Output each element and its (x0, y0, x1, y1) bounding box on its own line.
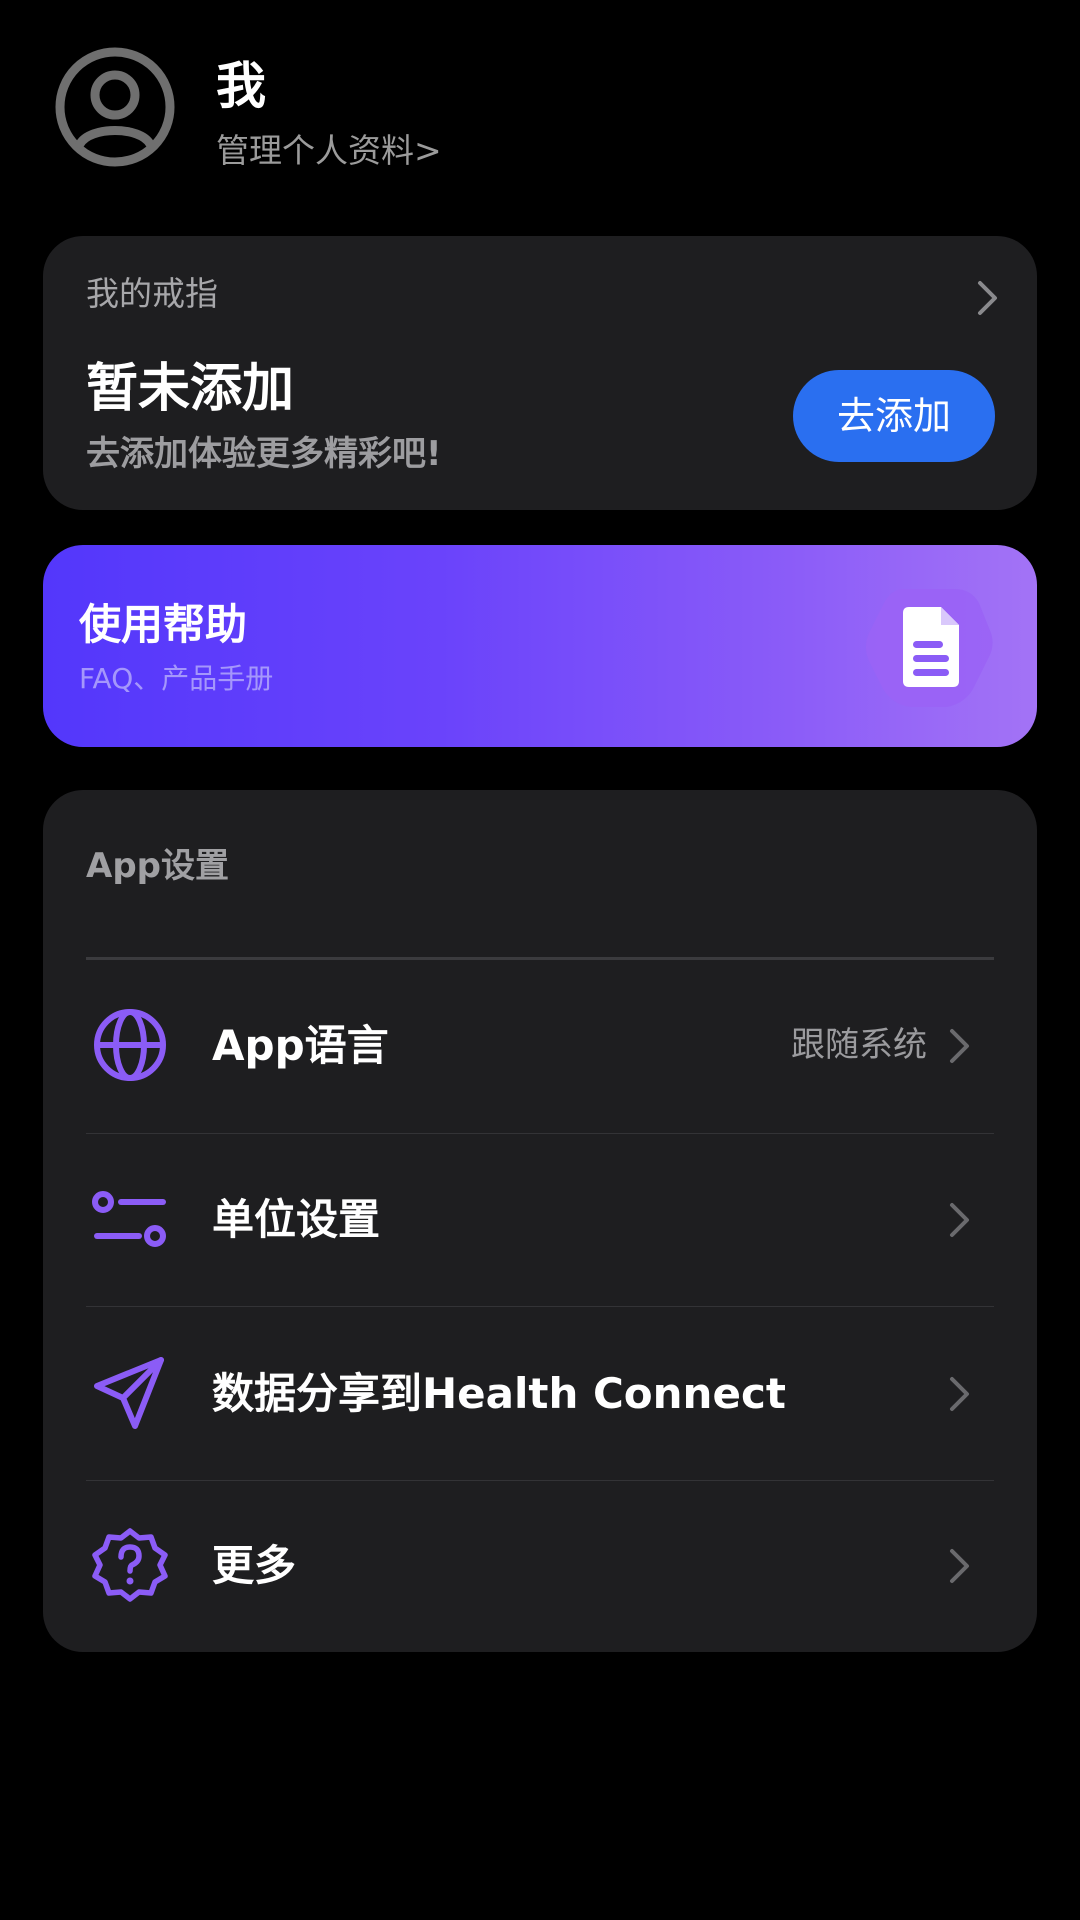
help-title: 使用帮助 (79, 600, 248, 649)
chevron-right-icon (978, 281, 997, 315)
user-avatar-icon (55, 47, 175, 167)
app-settings-card: App设置 App语言 跟随系统 单位设置 数据分享到Health Connec… (43, 790, 1037, 1652)
setting-row-app-language[interactable]: App语言 跟随系统 (43, 960, 1037, 1132)
help-badge-icon (92, 1528, 168, 1602)
setting-row-more[interactable]: 更多 (43, 1480, 1037, 1652)
chevron-right-icon (950, 1377, 969, 1411)
chevron-right-icon (950, 1029, 969, 1063)
chevron-right-icon (950, 1203, 969, 1237)
setting-label: 单位设置 (212, 1195, 381, 1244)
avatar[interactable] (54, 46, 176, 168)
ring-tip: 去添加体验更多精彩吧! (86, 434, 442, 474)
setting-value: 跟随系统 (791, 1025, 927, 1065)
my-ring-card[interactable]: 我的戒指 暂未添加 去添加体验更多精彩吧! 去添加 (43, 236, 1037, 510)
send-icon (94, 1357, 164, 1429)
document-icon (866, 589, 993, 707)
setting-label: 数据分享到Health Connect (212, 1369, 786, 1418)
setting-row-units[interactable]: 单位设置 (43, 1134, 1037, 1306)
ring-card-title: 我的戒指 (86, 274, 218, 313)
ring-status: 暂未添加 (86, 359, 295, 419)
manage-profile-link[interactable]: 管理个人资料> (216, 130, 442, 172)
row-divider (86, 1306, 994, 1307)
add-ring-button[interactable]: 去添加 (793, 370, 995, 462)
sliders-icon (92, 1191, 166, 1247)
globe-icon (94, 1009, 166, 1081)
chevron-right-icon (950, 1549, 969, 1583)
profile-name: 我 (216, 57, 266, 115)
setting-label: 更多 (212, 1541, 297, 1590)
settings-section-title: App设置 (86, 846, 229, 886)
setting-label: App语言 (212, 1021, 389, 1070)
help-banner[interactable]: 使用帮助 FAQ、产品手册 (43, 545, 1037, 747)
help-subtitle: FAQ、产品手册 (79, 662, 274, 695)
setting-row-health-connect[interactable]: 数据分享到Health Connect (43, 1308, 1037, 1480)
